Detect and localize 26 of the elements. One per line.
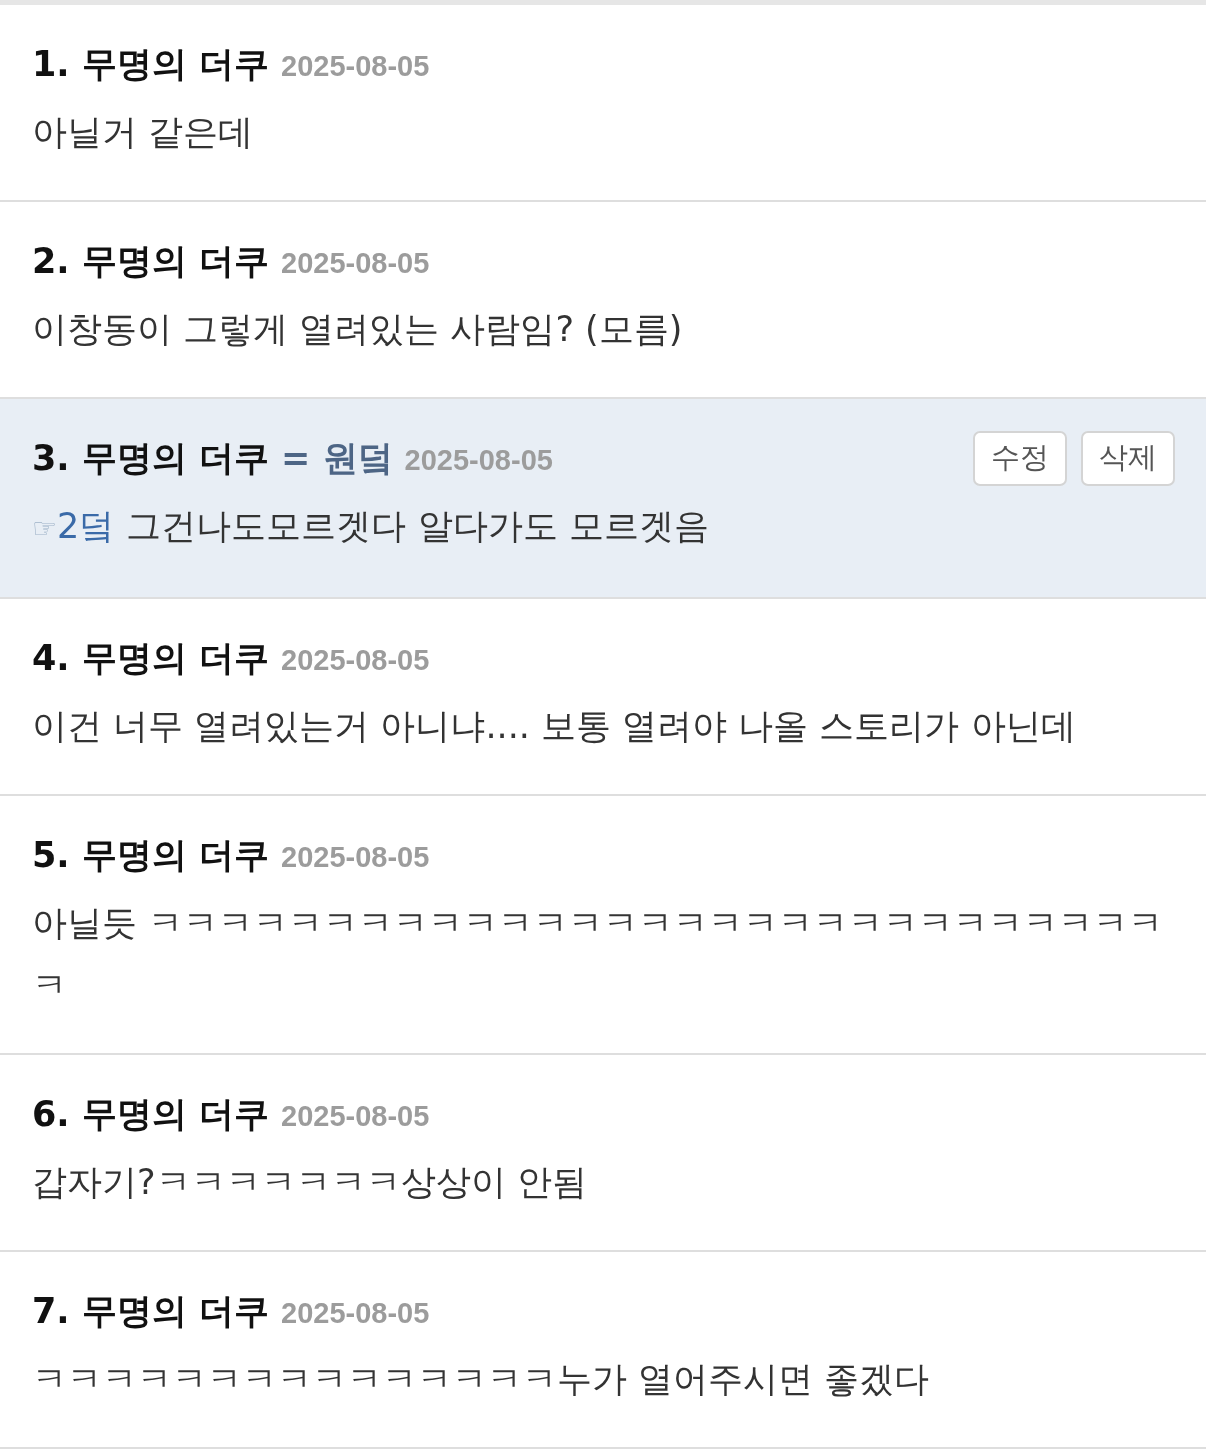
- comment-date: 2025-08-05: [281, 1297, 430, 1330]
- reply-link[interactable]: 2덬: [57, 506, 115, 546]
- comment-date: 2025-08-05: [281, 50, 430, 83]
- reply-marker: ☞: [32, 512, 58, 545]
- comment-text: 그건나도모르겟다 알다가도 모르겟음: [126, 506, 709, 546]
- comment-text: 아닐거 같은데: [32, 111, 255, 154]
- comment-author: 7. 무명의 더쿠: [32, 1290, 270, 1333]
- comment-author: 3. 무명의 더쿠: [32, 437, 270, 480]
- comment-text: 아닐듯 ㅋㅋㅋㅋㅋㅋㅋㅋㅋㅋㅋㅋㅋㅋㅋㅋㅋㅋㅋㅋㅋㅋㅋㅋㅋㅋㅋㅋㅋㅋ: [32, 902, 1165, 1007]
- comment-date: 2025-08-05: [281, 644, 430, 677]
- comment-author: 6. 무명의 더쿠: [32, 1093, 270, 1136]
- comment-date: 2025-08-05: [281, 1100, 430, 1133]
- comment-author: 5. 무명의 더쿠: [32, 834, 270, 877]
- comment-author: 4. 무명의 더쿠: [32, 637, 270, 680]
- comment-text: 이건 너무 열려있는거 아니냐.... 보통 열려야 나올 스토리가 아닌데: [32, 705, 1077, 748]
- comment-author: 1. 무명의 더쿠: [32, 43, 270, 86]
- comment-date: 2025-08-05: [404, 444, 553, 477]
- comment-author: 2. 무명의 더쿠: [32, 240, 270, 283]
- delete-button[interactable]: 삭제: [1081, 430, 1175, 486]
- edit-button[interactable]: 수정: [973, 430, 1067, 486]
- author-tag: = 원덬: [281, 433, 393, 483]
- comment-date: 2025-08-05: [281, 247, 430, 280]
- comment-date: 2025-08-05: [281, 841, 430, 874]
- comment-text: 갑자기?ㅋㅋㅋㅋㅋㅋㅋ상상이 안됨: [32, 1161, 588, 1204]
- comment-text: ㅋㅋㅋㅋㅋㅋㅋㅋㅋㅋㅋㅋㅋㅋㅋ누가 열어주시면 좋겠다: [32, 1358, 931, 1401]
- comment-text: 이창동이 그렇게 열려있는 사람임? (모름): [32, 308, 684, 351]
